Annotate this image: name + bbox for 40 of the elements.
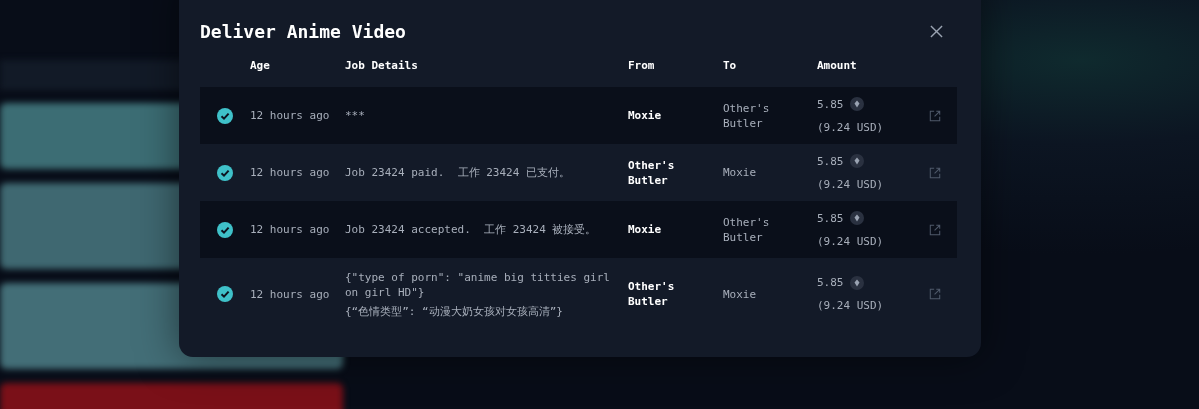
external-link-icon[interactable] [929,223,941,236]
to-cell-text: Moxie [723,286,758,302]
job-details-cell-text: {"type of porn": "anime big titties girl on girl HD"} [345,269,611,300]
coin-icon [849,97,864,111]
coin-icon [849,154,864,168]
age-cell-text: 12 hours ago [250,222,331,237]
age-cell-text: 12 hours ago [250,286,331,302]
external-link-icon[interactable] [929,166,941,179]
coin-icon [849,275,864,290]
usd-value: (9.24 USD) [817,233,885,249]
to-cell-text: Other's Butler [723,100,771,131]
from-cell-text: Other's Butler [628,279,676,309]
job-details-cell-text: Job 23424 paid. 工作 23424 已支付。 [345,165,571,180]
column-header: From [628,58,656,72]
job-details-cell-text: Job 23424 accepted. 工作 23424 被接受。 [345,222,598,237]
from-cell-text: Other's Butler [628,157,676,188]
column-header: To [723,58,738,72]
amount-value: 5.85 [817,96,844,112]
usd-value: (9.24 USD) [817,119,885,135]
to-cell-text: Other's Butler [723,214,771,245]
column-header: Amount [817,58,858,72]
external-link-icon[interactable] [929,109,941,122]
from-cell-text: Moxie [628,222,663,237]
column-header: Age [250,58,271,72]
dialog-title: Deliver Anime Video [200,20,406,42]
amount-value: 5.85 [817,153,844,169]
from-cell-text: Moxie [628,108,663,123]
column-header: Job Details [345,58,419,72]
usd-value: (9.24 USD) [817,176,885,192]
amount-value: 5.85 [817,210,844,226]
coin-icon [849,211,864,225]
usd-value: (9.24 USD) [817,298,885,313]
age-cell-text: 12 hours ago [250,108,331,123]
job-details-cell-text: *** [345,108,366,123]
amount-value: 5.85 [817,275,844,290]
age-cell-text: 12 hours ago [250,165,331,180]
job-details-cell-text: {“色情类型”: “动漫大奶女孩对女孩高清”} [345,303,564,319]
close-icon[interactable] [930,24,943,38]
external-link-icon[interactable] [929,288,941,300]
to-cell-text: Moxie [723,165,758,180]
